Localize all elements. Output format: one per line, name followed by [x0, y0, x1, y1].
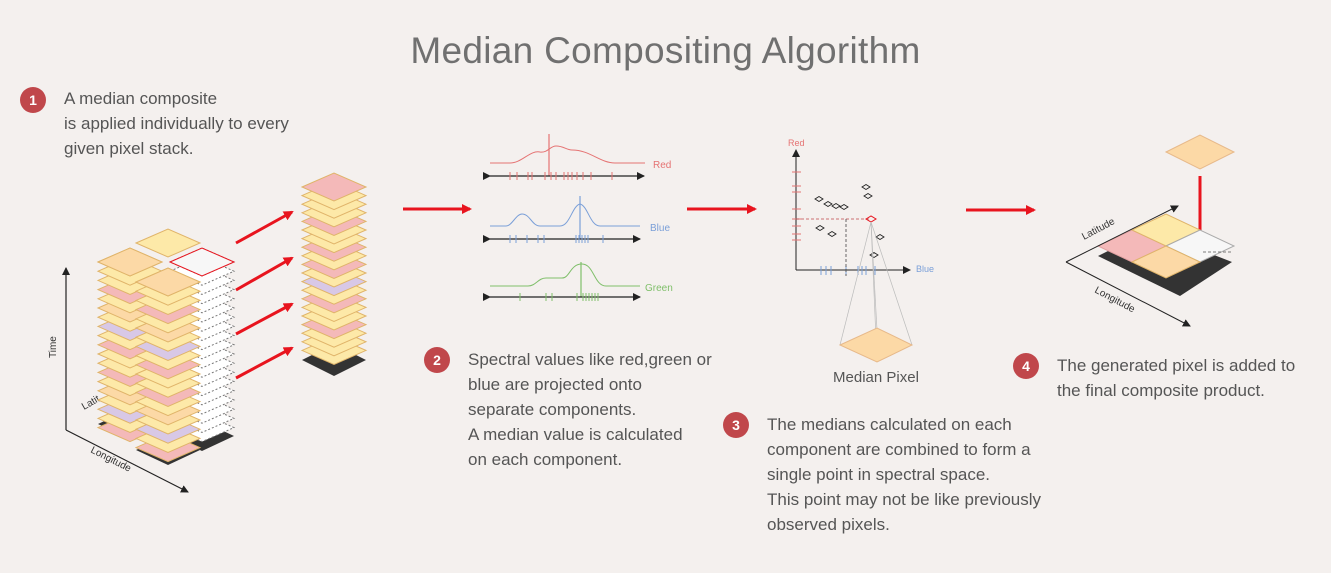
- arrow: [235, 302, 294, 336]
- observed-pixel-point: [814, 195, 824, 203]
- median-pixel-label: Median Pixel: [833, 369, 919, 386]
- red-distribution-curve: [490, 145, 645, 164]
- spectral-red-label: Red: [788, 138, 805, 148]
- median-pixel-tile: [838, 327, 914, 363]
- generated-pixel-tile: [1164, 134, 1236, 170]
- arrow: [235, 346, 294, 380]
- blue-distribution-curve: [490, 203, 640, 227]
- composite-product: Latitude Longitude: [1065, 134, 1236, 327]
- stack-arrows: [235, 210, 294, 380]
- band-distributions: Red Blue Green: [483, 134, 673, 301]
- arrow: [235, 256, 294, 292]
- observed-pixel-point: [861, 183, 871, 191]
- observed-pixel-point: [839, 203, 849, 211]
- longitude-label: Longitude: [1093, 285, 1137, 316]
- green-distribution-curve: [490, 263, 640, 287]
- observed-pixels: [814, 183, 885, 259]
- spectral-space-plot: Red Blue Median Pixel: [788, 138, 934, 386]
- observed-pixel-point: [815, 224, 825, 232]
- stack-tiles: [96, 228, 236, 465]
- pixel-stacks: Time Latit Longitude: [48, 228, 236, 493]
- observed-pixel-point: [875, 233, 885, 241]
- blue-band-label: Blue: [650, 223, 670, 234]
- green-band-label: Green: [645, 283, 673, 294]
- observed-pixel-point: [827, 230, 837, 238]
- observed-pixel-point: [869, 251, 879, 259]
- spectral-blue-label: Blue: [916, 264, 934, 274]
- diagram-canvas: Time Latit Longitude Red Blue Green Red …: [48, 134, 1236, 493]
- arrow: [235, 210, 294, 245]
- projection-line: [839, 221, 872, 346]
- red-band-label: Red: [653, 160, 671, 171]
- observed-pixel-point: [863, 192, 873, 200]
- observed-pixel-point: [831, 202, 841, 210]
- observed-pixel-point: [823, 200, 833, 208]
- single-pixel-stack: [300, 172, 368, 376]
- time-axis-label: Time: [48, 336, 59, 358]
- longitude-axis-label: Longitude: [89, 445, 134, 475]
